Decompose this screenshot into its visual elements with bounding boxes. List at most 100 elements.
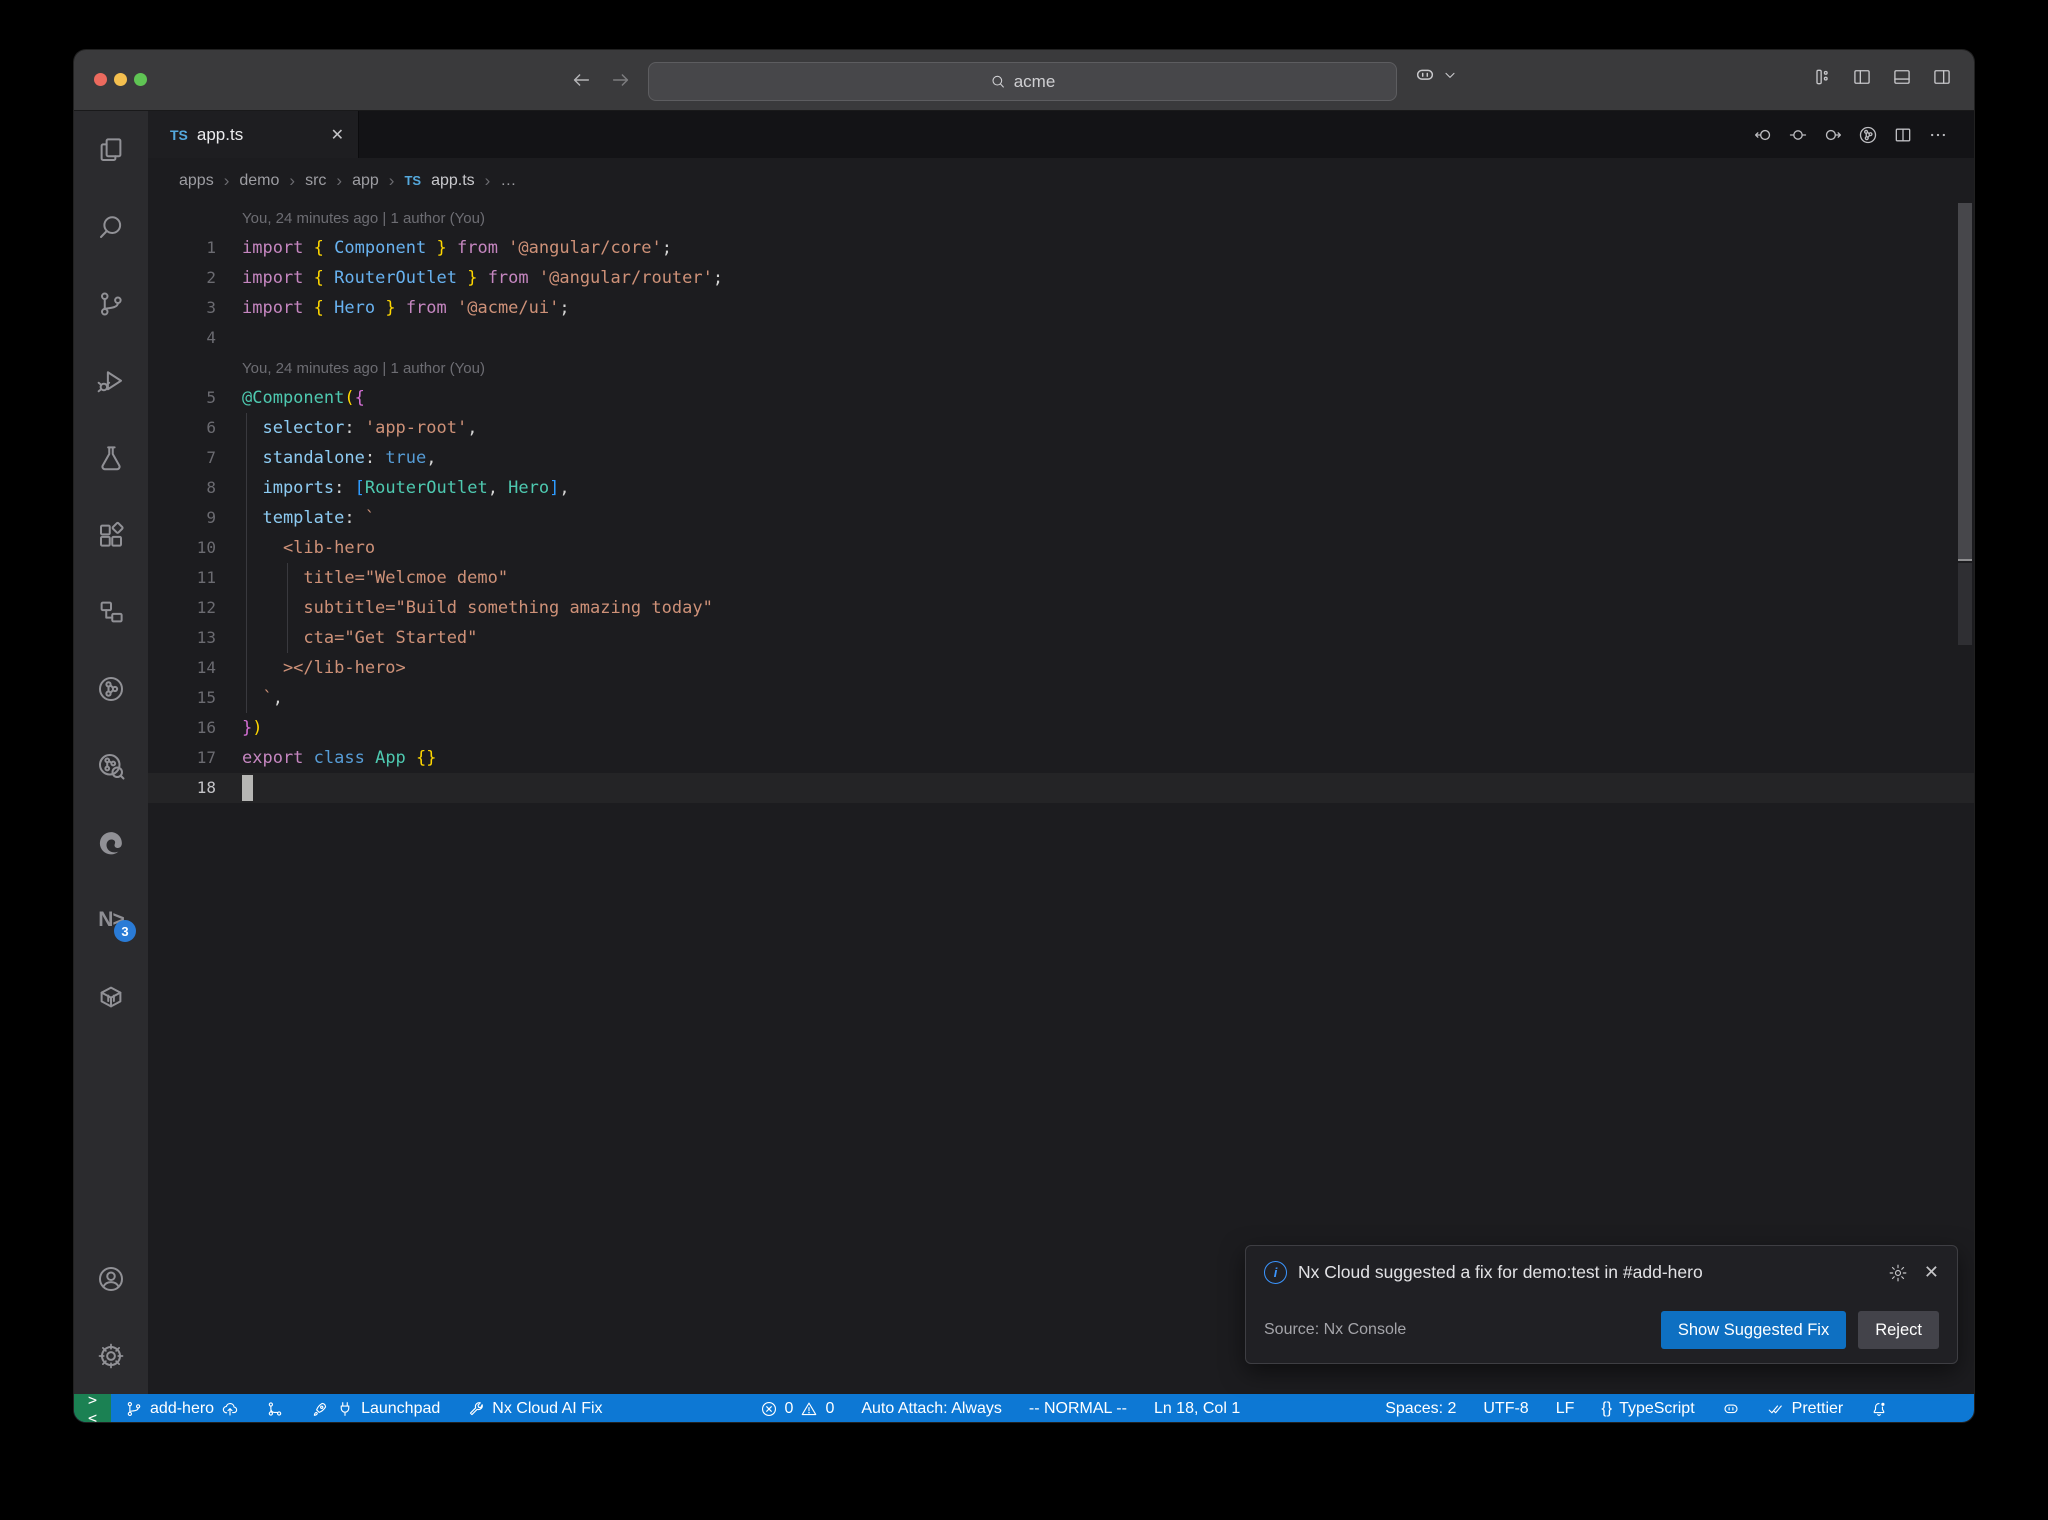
code-line-10[interactable]: 10 <lib-hero: [148, 533, 1974, 563]
activity-settings-gear-icon[interactable]: [74, 1317, 148, 1394]
split-editor-icon[interactable]: [1893, 125, 1913, 145]
notification-close-icon[interactable]: ✕: [1924, 1262, 1939, 1283]
activity-source-control-icon[interactable]: [74, 265, 148, 342]
minimize-window-button[interactable]: [114, 73, 127, 86]
code-line-1[interactable]: 1 import { Component } from '@angular/cor…: [148, 233, 1974, 263]
git-graph-icon: [266, 1400, 284, 1418]
nav-current-icon[interactable]: [1788, 125, 1808, 145]
blame-codelens[interactable]: You, 24 minutes ago | 1 author (You): [148, 203, 1974, 233]
desktop-background: acme N> 3 TS app.ts ✕ apps › demo › src …: [0, 0, 2048, 1520]
line-number: 3: [206, 298, 216, 317]
breadcrumb-file[interactable]: app.ts: [431, 172, 475, 190]
code-line-4[interactable]: 4: [148, 323, 1974, 353]
copilot-icon: [1722, 1400, 1740, 1418]
notification-settings-gear-icon[interactable]: [1888, 1263, 1908, 1283]
breadcrumb-overflow[interactable]: …: [500, 172, 516, 190]
testing-icon: [96, 443, 126, 473]
chevron-down-icon: [1442, 67, 1458, 83]
eol-status[interactable]: LF: [1556, 1400, 1575, 1418]
branch-icon: [125, 1400, 143, 1418]
launchpad-status[interactable]: Launchpad: [311, 1400, 440, 1418]
line-number: 11: [196, 568, 216, 587]
remote-indicator[interactable]: ><: [74, 1391, 112, 1422]
code-line-16[interactable]: 16}): [148, 713, 1974, 743]
text-cursor: [242, 775, 253, 801]
code-line-6[interactable]: 6 selector: 'app-root',: [148, 413, 1974, 443]
breadcrumb-item-app[interactable]: app: [352, 172, 379, 190]
history-back-icon[interactable]: [570, 69, 592, 91]
notification-toast: i Nx Cloud suggested a fix for demo:test…: [1245, 1245, 1958, 1364]
toggle-panel-icon[interactable]: [1892, 67, 1912, 87]
code-line-14[interactable]: 14 ></lib-hero>: [148, 653, 1974, 683]
nx-cloud-ai-fix-status[interactable]: Nx Cloud AI Fix: [467, 1400, 603, 1418]
history-forward-icon[interactable]: [610, 69, 632, 91]
activity-extensions-icon[interactable]: [74, 496, 148, 573]
notifications-bell[interactable]: [1870, 1400, 1888, 1418]
nav-forward-icon[interactable]: [1823, 125, 1843, 145]
breadcrumb-item-src[interactable]: src: [305, 172, 326, 190]
code-text: title="Welcmoe demo": [242, 568, 509, 588]
wrench-icon: [467, 1400, 485, 1418]
git-graph-status[interactable]: [266, 1400, 284, 1418]
breadcrumb-item-demo[interactable]: demo: [239, 172, 279, 190]
activity-search-icon[interactable]: [74, 188, 148, 265]
encoding-status[interactable]: UTF-8: [1483, 1400, 1528, 1418]
zoom-window-button[interactable]: [134, 73, 147, 86]
language-status[interactable]: {} TypeScript: [1601, 1400, 1694, 1418]
close-tab-icon[interactable]: ✕: [331, 125, 344, 145]
cursor-position-status[interactable]: Ln 18, Col 1: [1154, 1400, 1240, 1418]
command-center-search[interactable]: acme: [648, 62, 1397, 101]
nx-graph-circle-icon[interactable]: [1858, 125, 1878, 145]
toggle-secondary-sidebar-icon[interactable]: [1932, 67, 1952, 87]
problems-status[interactable]: 00: [760, 1399, 835, 1418]
code-editor[interactable]: You, 24 minutes ago | 1 author (You) 1 imp…: [148, 203, 1974, 1394]
code-text: @Component({: [242, 388, 365, 408]
copilot-menu[interactable]: [1414, 64, 1458, 86]
activity-containers-icon[interactable]: [74, 958, 148, 1035]
more-actions-icon[interactable]: [1928, 125, 1948, 145]
activity-nx-console-icon[interactable]: N> 3: [74, 881, 148, 958]
toggle-primary-sidebar-icon[interactable]: [1852, 67, 1872, 87]
blame-codelens[interactable]: You, 24 minutes ago | 1 author (You): [148, 353, 1974, 383]
activity-nx-project-graph-icon[interactable]: [74, 650, 148, 727]
show-suggested-fix-button[interactable]: Show Suggested Fix: [1660, 1311, 1847, 1349]
activity-testing-icon[interactable]: [74, 419, 148, 496]
vim-mode-status[interactable]: -- NORMAL --: [1029, 1400, 1127, 1418]
code-line-3[interactable]: 3 import { Hero } from '@acme/ui';: [148, 293, 1974, 323]
indentation-status[interactable]: Spaces: 2: [1385, 1400, 1456, 1418]
copilot-status[interactable]: [1722, 1400, 1740, 1418]
activity-nx-project-search-icon[interactable]: [74, 727, 148, 804]
scrollbar-thumb[interactable]: [1958, 203, 1972, 559]
code-line-12[interactable]: 12 subtitle="Build something amazing tod…: [148, 593, 1974, 623]
code-line-15[interactable]: 15 `,: [148, 683, 1974, 713]
status-label: {}: [1601, 1399, 1613, 1417]
nav-back-icon[interactable]: [1753, 125, 1773, 145]
code-text: standalone: true,: [242, 448, 437, 468]
status-label: UTF-8: [1483, 1399, 1529, 1417]
breadcrumb-item-apps[interactable]: apps: [179, 172, 214, 190]
code-line-2[interactable]: 2 import { RouterOutlet } from '@angular/…: [148, 263, 1974, 293]
code-line-8[interactable]: 8 imports: [RouterOutlet, Hero],: [148, 473, 1974, 503]
double-check-icon: [1767, 1400, 1785, 1418]
activity-run-and-debug-icon[interactable]: [74, 342, 148, 419]
branch-status[interactable]: add-hero: [125, 1400, 239, 1418]
code-line-7[interactable]: 7 standalone: true,: [148, 443, 1974, 473]
activity-accounts-icon[interactable]: [74, 1240, 148, 1317]
status-label: 0: [825, 1399, 835, 1417]
activity-edge-tools-icon[interactable]: [74, 804, 148, 881]
customize-layout-icon[interactable]: [1812, 67, 1832, 87]
code-line-13[interactable]: 13 cta="Get Started": [148, 623, 1974, 653]
code-line-17[interactable]: 17 export class App {}: [148, 743, 1974, 773]
settings-gear-icon: [96, 1341, 126, 1371]
close-window-button[interactable]: [94, 73, 107, 86]
activity-explorer-icon[interactable]: [74, 111, 148, 188]
activity-hierarchy-icon[interactable]: [74, 573, 148, 650]
code-line-5[interactable]: 5 @Component({: [148, 383, 1974, 413]
code-line-11[interactable]: 11 title="Welcmoe demo": [148, 563, 1974, 593]
auto-attach-status[interactable]: Auto Attach: Always: [861, 1400, 1002, 1418]
code-line-9[interactable]: 9 template: `: [148, 503, 1974, 533]
prettier-status[interactable]: Prettier: [1767, 1400, 1843, 1418]
reject-button[interactable]: Reject: [1858, 1311, 1939, 1349]
code-line-18[interactable]: 18: [148, 773, 1974, 803]
tab-app-ts[interactable]: TS app.ts ✕: [148, 111, 359, 158]
